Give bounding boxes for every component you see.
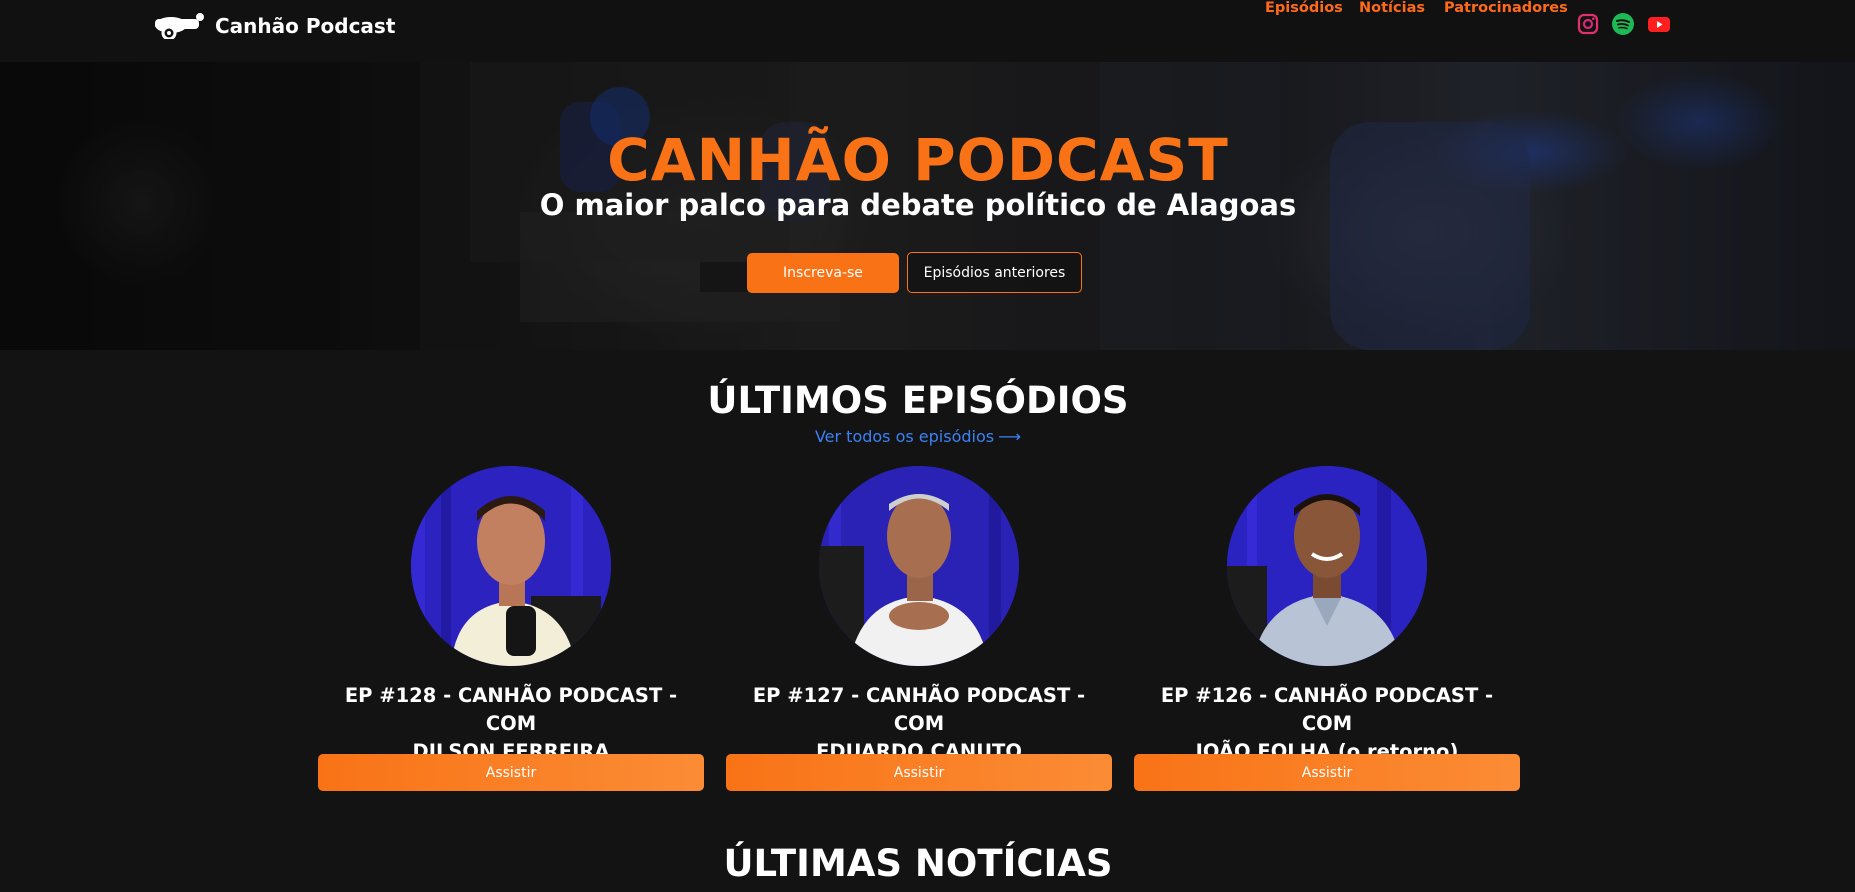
nav-link-noticias[interactable]: Notícias: [1359, 0, 1425, 16]
nav-link-patrocinadores[interactable]: Patrocinadores: [1444, 0, 1568, 16]
episode-card: EP #126 - CANHÃO PODCAST - COM JOÃO FOLH…: [1134, 466, 1520, 792]
episode-title-line1: EP #128 - CANHÃO PODCAST - COM: [344, 684, 678, 735]
nav-link-episodios[interactable]: Episódios: [1265, 0, 1343, 16]
spotify-icon[interactable]: [1611, 12, 1635, 36]
episode-thumbnail[interactable]: [819, 466, 1019, 666]
episode-card: EP #128 - CANHÃO PODCAST - COM DILSON FE…: [318, 466, 704, 792]
see-all-label: Ver todos os episódios: [814, 427, 995, 446]
episode-thumbnail[interactable]: [411, 466, 611, 666]
latest-episodes-heading: ÚLTIMOS EPISÓDIOS: [707, 379, 1129, 422]
instagram-icon[interactable]: [1576, 12, 1600, 36]
cannon-logo-icon: [151, 9, 205, 43]
watch-button[interactable]: Assistir: [1134, 754, 1520, 791]
hero-title: CANHÃO PODCAST: [607, 126, 1229, 194]
brand-link[interactable]: Canhão Podcast: [151, 9, 395, 43]
subscribe-button[interactable]: Inscreva-se: [747, 253, 899, 293]
episode-title-line1: EP #127 - CANHÃO PODCAST - COM: [752, 684, 1086, 735]
episode-title-line1: EP #126 - CANHÃO PODCAST - COM: [1160, 684, 1494, 735]
watch-button[interactable]: Assistir: [318, 754, 704, 791]
top-navbar: Canhão Podcast Episódios Notícias Patroc…: [0, 0, 1855, 62]
youtube-icon[interactable]: [1647, 12, 1671, 36]
arrow-right-icon: ⟶: [998, 427, 1022, 446]
previous-episodes-button[interactable]: Episódios anteriores: [907, 252, 1082, 293]
episode-thumbnail[interactable]: [1227, 466, 1427, 666]
episode-card: EP #127 - CANHÃO PODCAST - COM EDUARDO C…: [726, 466, 1112, 792]
watch-button[interactable]: Assistir: [726, 754, 1112, 791]
brand-name: Canhão Podcast: [215, 14, 396, 38]
see-all-episodes-link[interactable]: Ver todos os episódios ⟶: [0, 427, 1836, 446]
latest-news-heading: ÚLTIMAS NOTÍCIAS: [723, 842, 1113, 885]
hero-subtitle: O maior palco para debate político de Al…: [539, 188, 1297, 222]
hero-banner: CANHÃO PODCAST O maior palco para debate…: [0, 62, 1855, 350]
